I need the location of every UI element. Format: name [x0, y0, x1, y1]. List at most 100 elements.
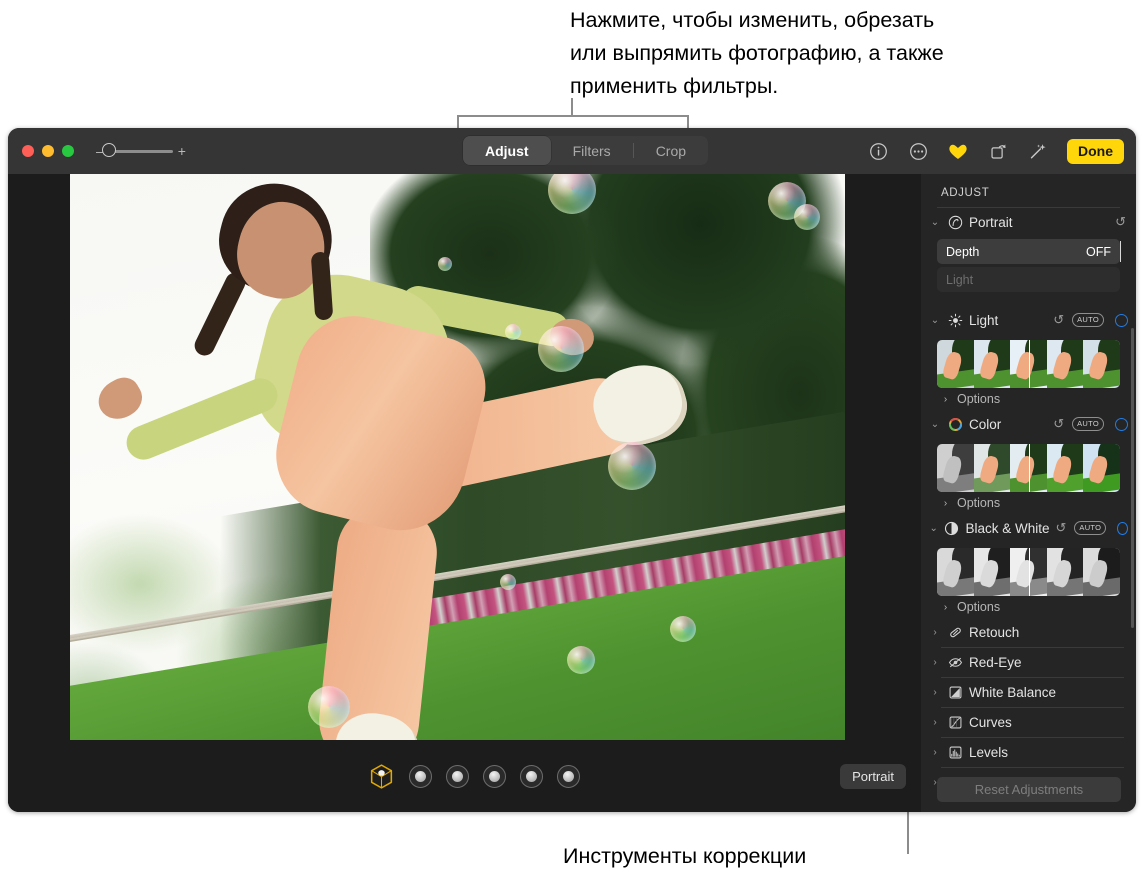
thumbnail[interactable]	[974, 340, 1011, 388]
bw-thumbnail-strip[interactable]	[937, 548, 1120, 596]
lighting-effect-contour-light[interactable]	[446, 765, 469, 788]
chevron-right-icon[interactable]: ›	[929, 627, 941, 638]
auto-button[interactable]: AUTO	[1072, 417, 1104, 431]
lighting-effect-high-key-mono[interactable]	[557, 765, 580, 788]
bubble	[567, 646, 595, 674]
thumbnail[interactable]	[937, 340, 974, 388]
revert-icon[interactable]: ↺	[1053, 416, 1064, 432]
chevron-right-icon[interactable]: ›	[941, 394, 950, 405]
info-icon[interactable]	[867, 140, 889, 162]
light-adjust-knob[interactable]	[1115, 314, 1128, 327]
auto-button[interactable]: AUTO	[1072, 313, 1104, 327]
revert-icon[interactable]: ↺	[1053, 312, 1064, 328]
tool-white-balance[interactable]: › White Balance	[921, 678, 1136, 707]
thumbnail[interactable]	[937, 444, 974, 492]
lighting-effect-stage-light[interactable]	[483, 765, 506, 788]
close-button[interactable]	[22, 145, 34, 157]
chevron-down-icon[interactable]: ⌄	[929, 315, 941, 326]
bubble	[538, 326, 584, 372]
zoom-slider-thumb[interactable]	[102, 143, 116, 157]
slider-depth[interactable]: Depth OFF	[937, 239, 1120, 264]
bubble	[670, 616, 696, 642]
lighting-effects-strip[interactable]	[368, 763, 580, 790]
revert-icon[interactable]: ↺	[1115, 214, 1126, 230]
tool-levels[interactable]: › Levels	[921, 738, 1136, 767]
chevron-right-icon[interactable]: ›	[929, 747, 941, 758]
levels-icon	[947, 745, 963, 761]
rotate-icon[interactable]	[987, 140, 1009, 162]
chevron-down-icon[interactable]: ⌄	[929, 419, 941, 430]
bubble	[505, 324, 521, 340]
slider-light-portrait[interactable]: Light	[937, 267, 1120, 292]
slider-depth-value: OFF	[1086, 245, 1111, 259]
lighting-dot-inner	[489, 771, 500, 782]
chevron-right-icon[interactable]: ›	[941, 602, 950, 613]
chevron-down-icon[interactable]: ⌄	[929, 523, 938, 534]
auto-button[interactable]: AUTO	[1074, 521, 1106, 535]
zoom-in-icon[interactable]: +	[178, 146, 186, 156]
lighting-effect-stage-light-mono[interactable]	[520, 765, 543, 788]
done-button[interactable]: Done	[1067, 139, 1124, 164]
color-thumbnail-strip[interactable]	[937, 444, 1120, 492]
chevron-right-icon[interactable]: ›	[929, 717, 941, 728]
thumbnail[interactable]	[1047, 340, 1084, 388]
white-balance-icon	[947, 685, 963, 701]
tab-crop[interactable]: Crop	[634, 136, 708, 165]
zoom-slider-track[interactable]	[109, 150, 173, 153]
section-light[interactable]: ⌄ Light ↺ AUTO	[921, 306, 1136, 334]
color-strip-marker[interactable]	[1029, 444, 1031, 492]
tab-adjust[interactable]: Adjust	[463, 136, 551, 165]
section-black-and-white[interactable]: ⌄ Black & White ↺ AUTO	[921, 514, 1136, 542]
bw-strip-marker[interactable]	[1029, 548, 1031, 596]
photo-image[interactable]	[70, 174, 845, 786]
bw-options-toggle[interactable]: › Options	[921, 596, 1136, 618]
lighting-dot-inner	[452, 771, 463, 782]
mode-segmented-control[interactable]: Adjust Filters Crop	[463, 136, 708, 165]
tool-red-eye-label: Red-Eye	[969, 655, 1136, 670]
tool-retouch[interactable]: › Retouch	[921, 618, 1136, 647]
tool-red-eye[interactable]: › Red-Eye	[921, 648, 1136, 677]
thumbnail[interactable]	[937, 548, 974, 596]
magic-wand-icon[interactable]	[1027, 140, 1049, 162]
slider-depth-handle[interactable]	[1120, 241, 1122, 262]
tab-filters[interactable]: Filters	[551, 136, 633, 165]
chevron-right-icon[interactable]: ›	[941, 498, 950, 509]
minimize-button[interactable]	[42, 145, 54, 157]
top-callout-text: Нажмите, чтобы изменить, обрезать или вы…	[570, 4, 944, 103]
thumbnail[interactable]	[1083, 548, 1120, 596]
section-color[interactable]: ⌄ Color ↺ AUTO	[921, 410, 1136, 438]
chevron-right-icon[interactable]: ›	[929, 687, 941, 698]
lighting-effect-studio-light[interactable]	[409, 765, 432, 788]
light-options-label: Options	[957, 392, 1000, 406]
tool-curves-label: Curves	[969, 715, 1136, 730]
section-color-label: Color	[969, 417, 1047, 432]
zoom-button[interactable]	[62, 145, 74, 157]
more-ellipsis-icon[interactable]	[907, 140, 929, 162]
thumbnail[interactable]	[1083, 340, 1120, 388]
lighting-effect-natural-light[interactable]	[368, 763, 395, 790]
chevron-down-icon[interactable]: ⌄	[929, 217, 941, 228]
thumbnail[interactable]	[974, 444, 1011, 492]
light-strip-marker[interactable]	[1029, 340, 1031, 388]
color-options-toggle[interactable]: › Options	[921, 492, 1136, 514]
portrait-mode-chip[interactable]: Portrait	[840, 764, 906, 789]
adjust-inspector-panel: ADJUST ⌄ Portrait ↺ Depth	[921, 174, 1136, 812]
section-portrait[interactable]: ⌄ Portrait ↺	[921, 208, 1136, 236]
light-options-toggle[interactable]: › Options	[921, 388, 1136, 410]
zoom-slider[interactable]: – +	[96, 146, 186, 156]
thumbnail[interactable]	[1047, 444, 1084, 492]
inspector-scroll-area[interactable]: ⌄ Portrait ↺ Depth OFF Li	[921, 208, 1136, 788]
bw-adjust-knob[interactable]	[1117, 522, 1128, 535]
tool-curves[interactable]: › Curves	[921, 708, 1136, 737]
thumbnail[interactable]	[1083, 444, 1120, 492]
light-thumbnail-strip[interactable]	[937, 340, 1120, 388]
inspector-scrollbar[interactable]	[1131, 328, 1134, 628]
chevron-right-icon[interactable]: ›	[929, 657, 941, 668]
thumbnail[interactable]	[1047, 548, 1084, 596]
reset-adjustments-button[interactable]: Reset Adjustments	[937, 777, 1121, 802]
photos-edit-window: – + Adjust Filters Crop	[8, 128, 1136, 812]
heart-icon[interactable]	[947, 140, 969, 162]
revert-icon[interactable]: ↺	[1056, 520, 1067, 536]
thumbnail[interactable]	[974, 548, 1011, 596]
color-adjust-knob[interactable]	[1115, 418, 1128, 431]
